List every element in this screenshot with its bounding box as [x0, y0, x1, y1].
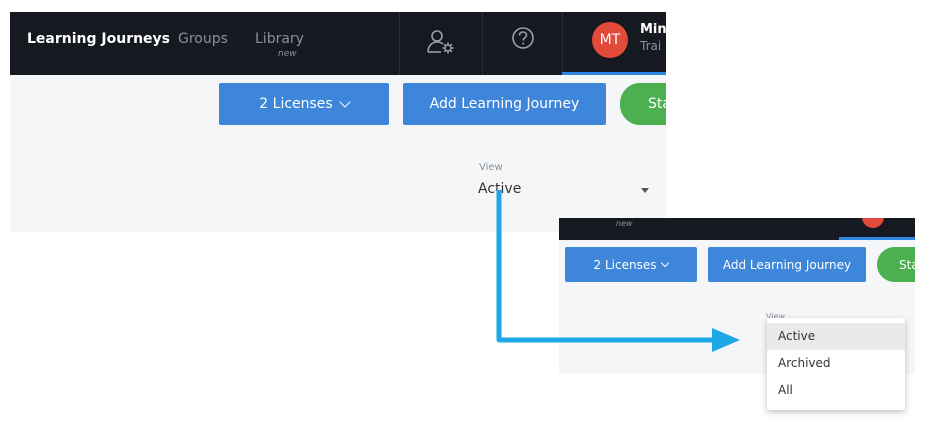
callout-arrow: [496, 190, 740, 352]
